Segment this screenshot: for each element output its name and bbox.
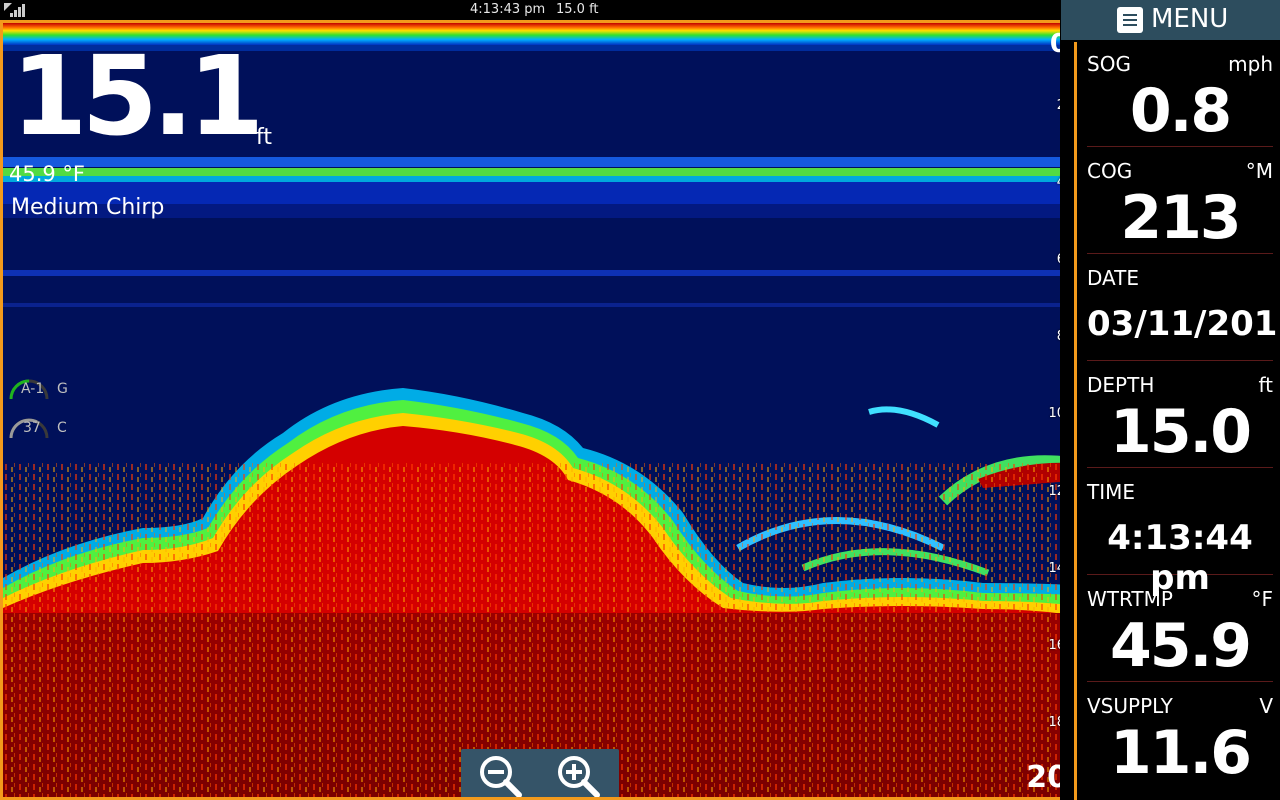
cell-value: 03/11/2015 [1087,304,1280,344]
cell-unit: mph [1228,52,1273,76]
depth-readout: 15.1 [11,32,264,160]
cell-label: DATE [1087,266,1140,290]
cell-label: VSUPPLY [1087,694,1173,718]
sog-cell[interactable]: SOG mph 0.8 [1087,42,1273,147]
cog-cell[interactable]: COG °M 213 [1087,149,1273,254]
cell-unit: V [1259,694,1273,718]
sonar-panel[interactable]: 15.1 ft 45.9 °F Medium Chirp A-1 G 37 C … [0,20,1074,800]
cell-label: WTRTMP [1087,587,1173,611]
menu-icon [1117,7,1143,33]
cell-value: 45.9 [1109,611,1252,681]
depth-cell[interactable]: DEPTH ft 15.0 [1087,363,1273,468]
zoom-in-icon [558,756,600,797]
signal-icon [4,3,25,17]
date-cell[interactable]: DATE 03/11/2015 [1087,256,1280,361]
cell-value: 15.0 [1109,397,1252,467]
gain-value: A-1 [21,381,45,397]
status-time: 4:13:43 pm [470,2,546,17]
cell-value: 213 [1120,183,1241,253]
cell-label: TIME [1087,480,1136,504]
gain-indicator[interactable]: A-1 G [7,373,87,403]
zoom-controls [461,749,619,797]
cell-label: COG [1087,159,1133,183]
menu-label: MENU [1151,4,1229,34]
zoom-in-button[interactable] [555,753,603,797]
vsupply-cell[interactable]: VSUPPLY V 11.6 [1087,684,1273,788]
color-mode: C [57,420,67,436]
cell-unit: °F [1251,587,1273,611]
status-depth: 15.0 ft [556,2,599,17]
cell-unit: ft [1258,373,1273,397]
cell-label: SOG [1087,52,1131,76]
data-sidebar: MENU SOG mph 0.8 COG °M 213 DATE 03/11/2… [1060,0,1280,800]
status-bar: 4:13:43 pm 15.0 ft [0,0,1060,20]
cell-value: 11.6 [1109,718,1252,788]
instrument-panel: SOG mph 0.8 COG °M 213 DATE 03/11/2015 D… [1074,42,1280,800]
water-temperature: 45.9 °F [9,162,86,186]
cell-label: DEPTH [1087,373,1155,397]
zoom-out-button[interactable] [477,753,525,797]
time-cell[interactable]: TIME 4:13:44 pm [1087,470,1273,598]
menu-button[interactable]: MENU [1061,0,1280,40]
color-value: 37 [23,420,41,436]
frequency-mode: Medium Chirp [11,195,165,220]
gain-mode: G [57,381,68,397]
cell-unit: °M [1245,159,1273,183]
water-temp-cell[interactable]: WTRTMP °F 45.9 [1087,577,1273,682]
depth-unit: ft [256,125,272,150]
zoom-out-icon [480,756,522,797]
cell-value: 0.8 [1129,76,1232,146]
color-indicator[interactable]: 37 C [7,412,87,442]
